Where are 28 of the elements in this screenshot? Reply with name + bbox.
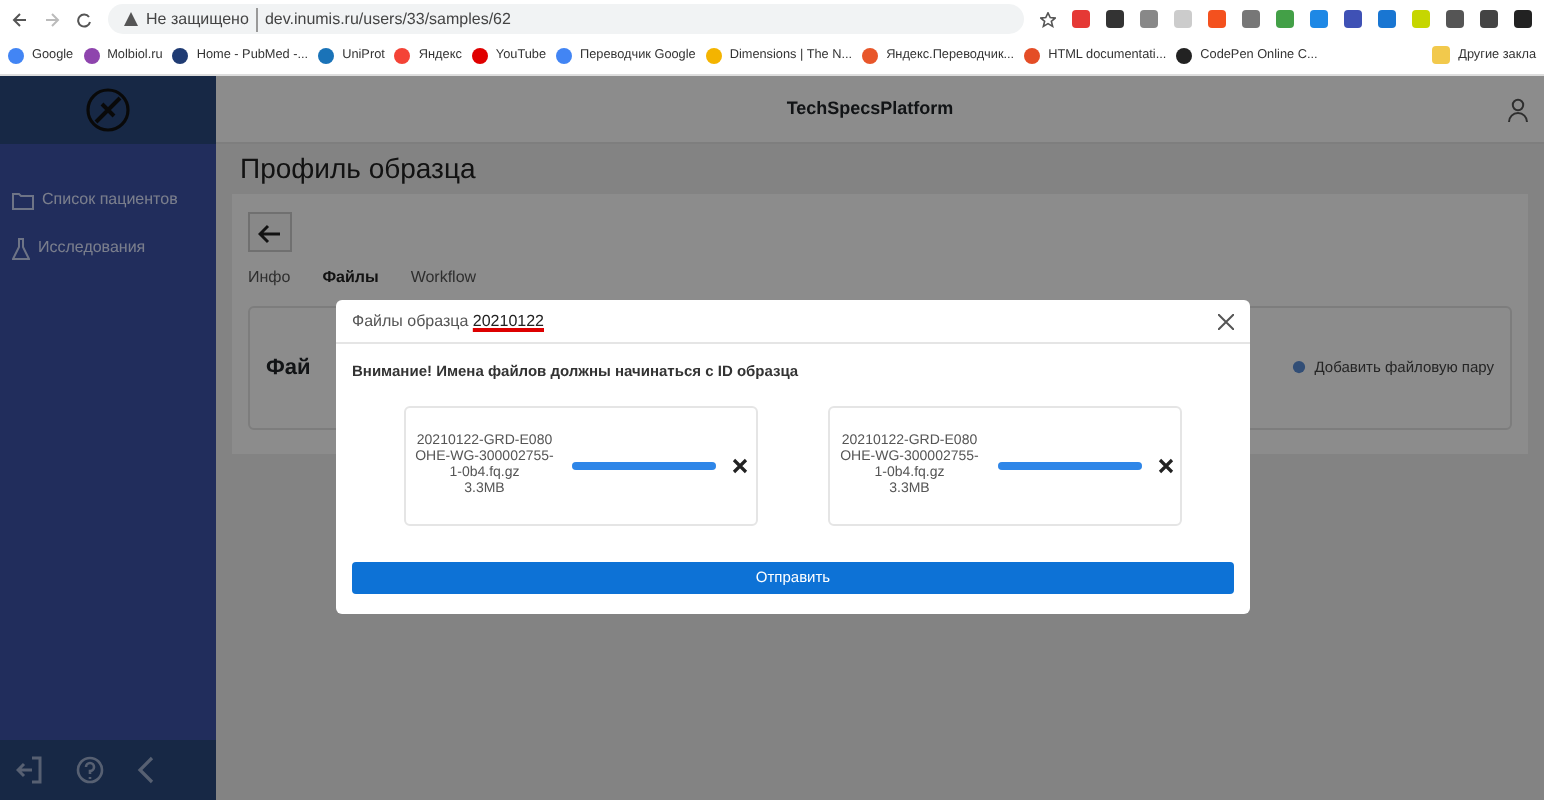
flask-icon: [12, 237, 30, 259]
folder-icon: [1432, 46, 1451, 65]
security-label: Не защищено: [146, 7, 249, 31]
app-title: TechSpecsPlatform: [784, 95, 956, 122]
left-arrow-icon: [258, 224, 282, 245]
folder-users-icon: [12, 191, 34, 209]
section-title: Фай: [266, 353, 311, 384]
tab[interactable]: Инфо: [248, 265, 291, 290]
star-icon[interactable]: [1040, 11, 1056, 27]
help-icon[interactable]: [76, 756, 104, 784]
tab[interactable]: Workflow: [410, 265, 477, 290]
user-icon[interactable]: [1508, 97, 1528, 121]
tab[interactable]: Файлы: [322, 265, 379, 290]
page-title: Профиль образца: [240, 152, 478, 186]
warning-icon: [124, 12, 138, 26]
dialog-title: Файлы образца 20210122: [352, 309, 544, 333]
reload-icon[interactable]: [76, 11, 92, 27]
close-icon[interactable]: [1218, 313, 1234, 329]
collapse-icon[interactable]: [136, 756, 156, 784]
info-icon: [1292, 360, 1307, 375]
forward-icon[interactable]: [44, 11, 60, 27]
remove-button[interactable]: [1157, 455, 1174, 478]
back-icon[interactable]: [12, 11, 28, 27]
remove-button[interactable]: [732, 455, 749, 478]
address-bar[interactable]: Не защищено dev.inumis.ru/users/33/samples/62: [108, 4, 1024, 34]
logout-icon[interactable]: [16, 756, 44, 784]
back-button[interactable]: [248, 211, 292, 252]
url-text: dev.inumis.ru/users/33/samples/62: [256, 7, 511, 31]
